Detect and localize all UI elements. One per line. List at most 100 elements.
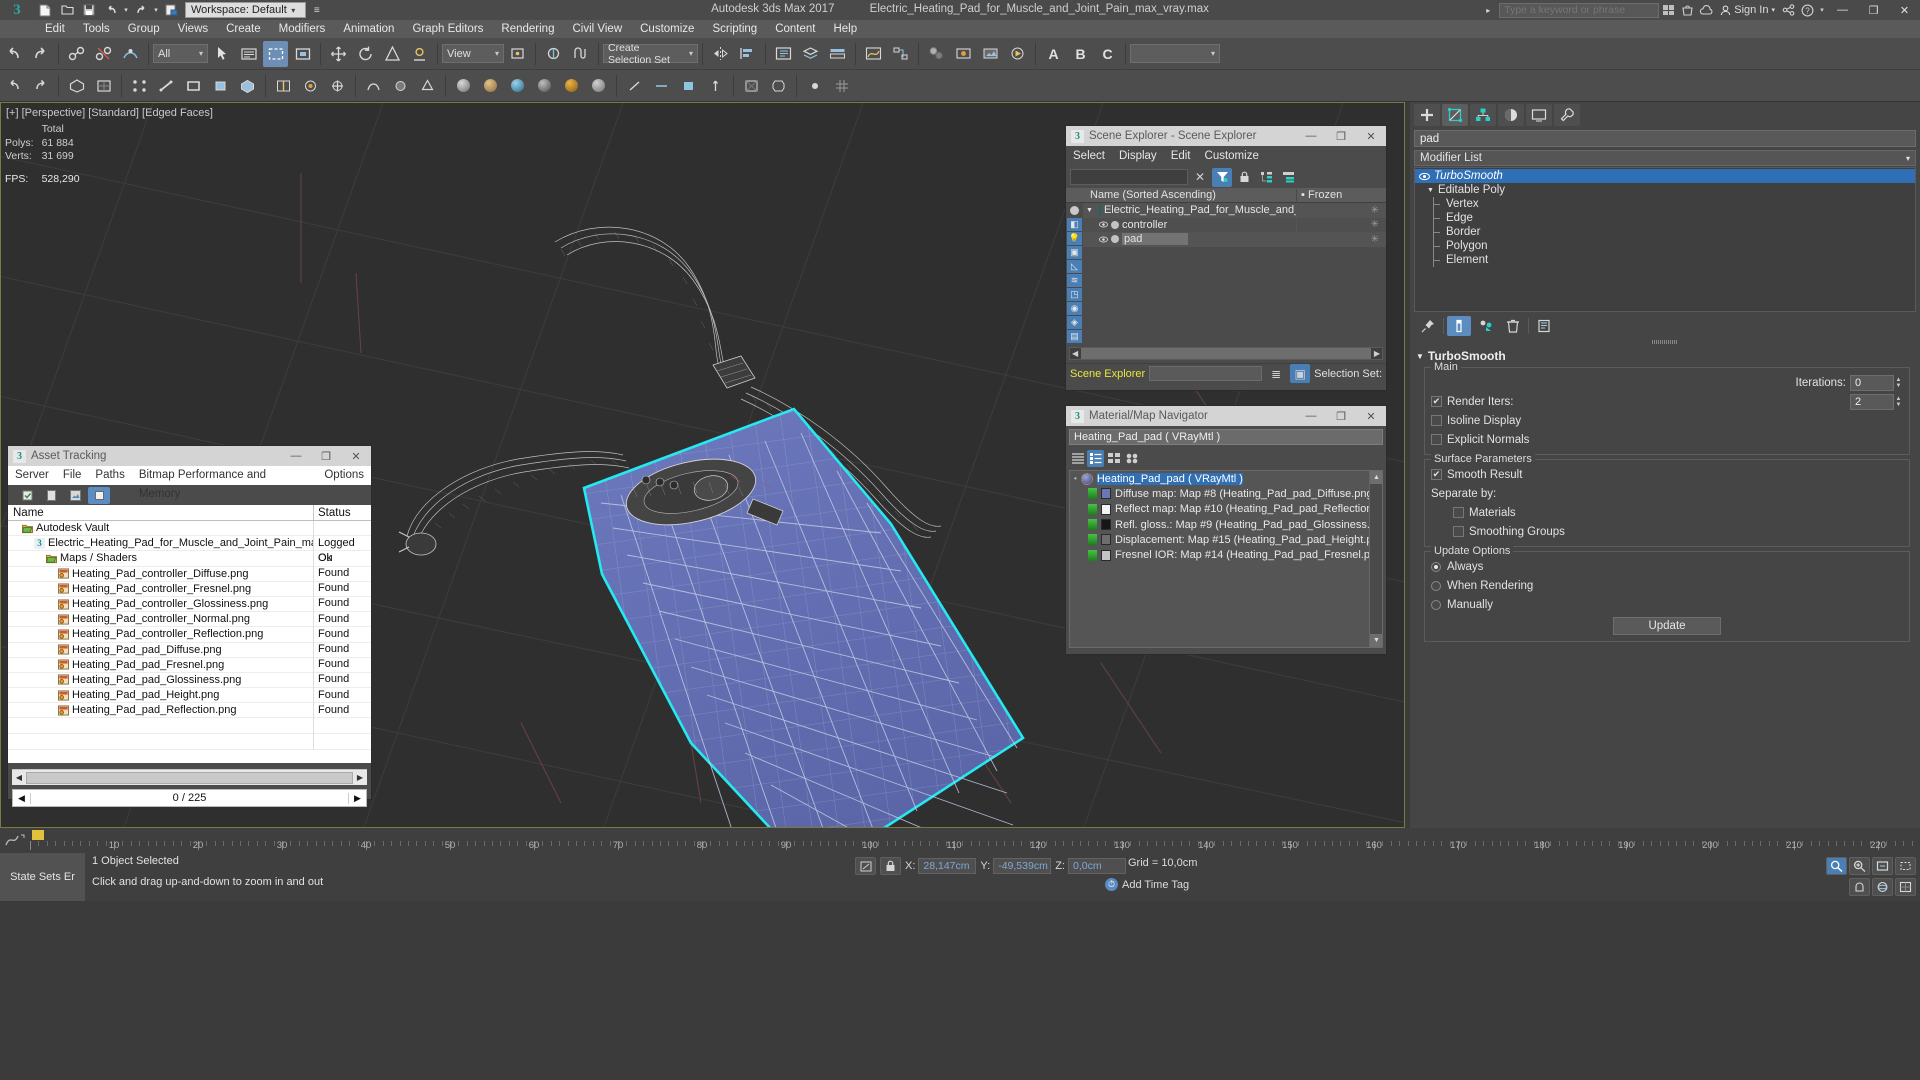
tab-motion[interactable]: [1498, 104, 1524, 126]
scene-explorer-minimize-button[interactable]: —: [1296, 126, 1326, 146]
select-and-link-icon[interactable]: [64, 41, 89, 67]
scroll-right-icon[interactable]: ▶: [353, 773, 367, 782]
scene-explorer-search-input[interactable]: [1070, 169, 1188, 185]
workspace-selector[interactable]: Workspace: Default ▾: [185, 2, 306, 18]
select-object-icon[interactable]: [209, 41, 234, 67]
asset-table-horizontal-scrollbar[interactable]: ◀ ▶: [12, 769, 367, 785]
menu-help[interactable]: Help: [824, 20, 866, 38]
visibility-eye-icon[interactable]: [1099, 220, 1108, 229]
at-menu-server[interactable]: Server: [8, 466, 56, 485]
zoom-all-icon[interactable]: [1849, 857, 1870, 875]
scroll-left-icon[interactable]: ◀: [12, 773, 26, 782]
save-file-icon[interactable]: [78, 1, 100, 20]
scroll-right-icon[interactable]: ▶: [1372, 349, 1382, 358]
explicit-normals-checkbox[interactable]: [1431, 434, 1442, 445]
map-row[interactable]: Fresnel IOR: Map #14 (Heating_Pad_pad_Fr…: [1070, 547, 1382, 562]
asset-tracking-window[interactable]: 3 Asset Tracking — ❐ ✕ Server File Paths…: [7, 445, 372, 807]
material-navigator-minimize-button[interactable]: —: [1296, 406, 1326, 426]
tab-modify[interactable]: [1442, 104, 1468, 126]
y-value-field[interactable]: -49,539cm: [993, 858, 1052, 874]
timeline-ruler[interactable]: 10 20 30 40 50 60 70 80 90 100 110 120 130 140 150 160 1…: [30, 828, 1920, 853]
cloud-icon[interactable]: [1697, 0, 1716, 20]
table-row[interactable]: controller ✳: [1083, 217, 1386, 232]
scene-explorer-hscroll[interactable]: ◀ ▶: [1066, 343, 1386, 363]
sign-in-chevron-down-icon[interactable]: ▾: [1771, 6, 1775, 14]
material-navigator-close-button[interactable]: ✕: [1356, 406, 1386, 426]
x-value-field[interactable]: 28,147cm: [918, 858, 977, 874]
stack-item-editable-poly[interactable]: ▼ Editable Poly: [1415, 183, 1915, 197]
render-production-icon[interactable]: [1005, 41, 1030, 67]
filter-helpers-icon[interactable]: ◺: [1067, 260, 1082, 273]
material-sphere-3-icon[interactable]: [505, 73, 530, 99]
vertex-subobject-icon[interactable]: [127, 73, 152, 99]
table-row[interactable]: Heating_Pad_pad_Height.png Found: [8, 687, 371, 704]
view-small-icons-icon[interactable]: [1105, 450, 1122, 467]
menu-civil-view[interactable]: Civil View: [563, 20, 631, 38]
tab-hierarchy[interactable]: [1470, 104, 1496, 126]
remove-modifier-icon[interactable]: [1501, 316, 1525, 336]
table-row[interactable]: 3 Electric_Heating_Pad_for_Muscle_and_Jo…: [8, 535, 371, 564]
material-root-row[interactable]: • Heating_Pad_pad ( VRayMtl ): [1070, 471, 1382, 486]
pager-next-icon[interactable]: ▶: [348, 792, 366, 804]
maximize-button[interactable]: ❐: [1858, 0, 1889, 20]
always-radio[interactable]: [1431, 561, 1441, 572]
subobject-polygon[interactable]: Polygon: [1415, 239, 1915, 253]
constraint-none-icon[interactable]: [622, 73, 647, 99]
pin-stack-icon[interactable]: [1416, 316, 1440, 336]
snaps-toggle-icon[interactable]: [568, 41, 593, 67]
asset-pager[interactable]: ◀ 0 / 225 ▶: [12, 789, 367, 807]
tab-create[interactable]: [1414, 104, 1440, 126]
select-and-place-icon[interactable]: [407, 41, 432, 67]
subobject-edge[interactable]: Edge: [1415, 211, 1915, 225]
object-name-field[interactable]: pad: [1414, 130, 1916, 147]
bind-to-space-warp-icon[interactable]: [118, 41, 143, 67]
material-sphere-1-icon[interactable]: [451, 73, 476, 99]
freeform-paintdeform-icon[interactable]: [361, 73, 386, 99]
material-map-tree[interactable]: • Heating_Pad_pad ( VRayMtl ) Diffuse ma…: [1069, 470, 1383, 648]
at-menu-bitmap-performance[interactable]: Bitmap Performance and Memory: [132, 466, 318, 500]
filter-cameras-icon[interactable]: ▣: [1067, 246, 1082, 259]
zoom-extents-icon[interactable]: [1872, 857, 1893, 875]
sign-in-button[interactable]: Sign In ▾: [1716, 4, 1779, 16]
horizontal-scrollbar[interactable]: ◀ ▶: [1069, 346, 1383, 360]
pager-prev-icon[interactable]: ◀: [13, 792, 31, 804]
undo-dropdown-icon[interactable]: ▾: [122, 1, 130, 20]
menu-edit[interactable]: Edit: [36, 20, 74, 38]
text-tool-c-icon[interactable]: C: [1095, 41, 1120, 67]
zoom-icon[interactable]: [1826, 857, 1847, 875]
constraint-edge-icon[interactable]: [649, 73, 674, 99]
select-by-name-icon[interactable]: [236, 41, 261, 67]
paint-connect-icon[interactable]: [298, 73, 323, 99]
element-subobject-icon[interactable]: [235, 73, 260, 99]
search-input[interactable]: [1499, 2, 1660, 18]
state-sets-button[interactable]: State Sets Er: [0, 853, 85, 901]
modifier-list-chevron-down-icon[interactable]: ▾: [1906, 154, 1910, 163]
material-list-vertical-scrollbar[interactable]: ▲ ▼: [1369, 471, 1382, 647]
map-row[interactable]: Displacement: Map #15 (Heating_Pad_pad_H…: [1070, 532, 1382, 547]
grid-settings-icon[interactable]: [829, 73, 854, 99]
smoothing-groups-checkbox[interactable]: [1453, 526, 1464, 537]
layer-list-icon[interactable]: ≣: [1266, 364, 1286, 383]
table-row[interactable]: Heating_Pad_pad_Fresnel.png Found: [8, 657, 371, 673]
filter-particles-icon[interactable]: ▤: [1067, 330, 1082, 343]
render-setup-icon[interactable]: [951, 41, 976, 67]
column-header-status[interactable]: Status: [313, 505, 371, 520]
table-row[interactable]: Heating_Pad_controller_Normal.png Found: [8, 611, 371, 628]
se-menu-edit[interactable]: Edit: [1164, 147, 1198, 166]
filter-shapes-icon[interactable]: ◧: [1067, 218, 1082, 231]
border-subobject-icon[interactable]: [181, 73, 206, 99]
workspace-chevron-down-icon[interactable]: ▾: [287, 6, 300, 15]
select-and-manipulate-icon[interactable]: [541, 41, 566, 67]
mirror-icon[interactable]: [708, 41, 733, 67]
table-row[interactable]: Heating_Pad_controller_Glossiness.png Fo…: [8, 596, 371, 613]
stack-item-turbosmooth[interactable]: TurboSmooth: [1415, 169, 1915, 183]
scene-explorer-tree[interactable]: ◧ 💡 ▣ ◺ ≋ ◳ ◉ ◈ ▤ ▼ Electric_Heating_Pad…: [1066, 203, 1386, 343]
visibility-eye-icon[interactable]: [1099, 235, 1108, 244]
unlink-selection-icon[interactable]: [91, 41, 116, 67]
named-set-combo[interactable]: ▾: [1130, 44, 1220, 63]
scroll-up-icon[interactable]: ▲: [1370, 471, 1382, 484]
asset-tracking-minimize-button[interactable]: —: [281, 446, 311, 466]
clear-search-icon[interactable]: ✕: [1190, 168, 1210, 187]
material-map-navigator-window[interactable]: 3 Material/Map Navigator — ❐ ✕ Heating_P…: [1065, 405, 1387, 655]
when-rendering-radio[interactable]: [1431, 580, 1441, 591]
